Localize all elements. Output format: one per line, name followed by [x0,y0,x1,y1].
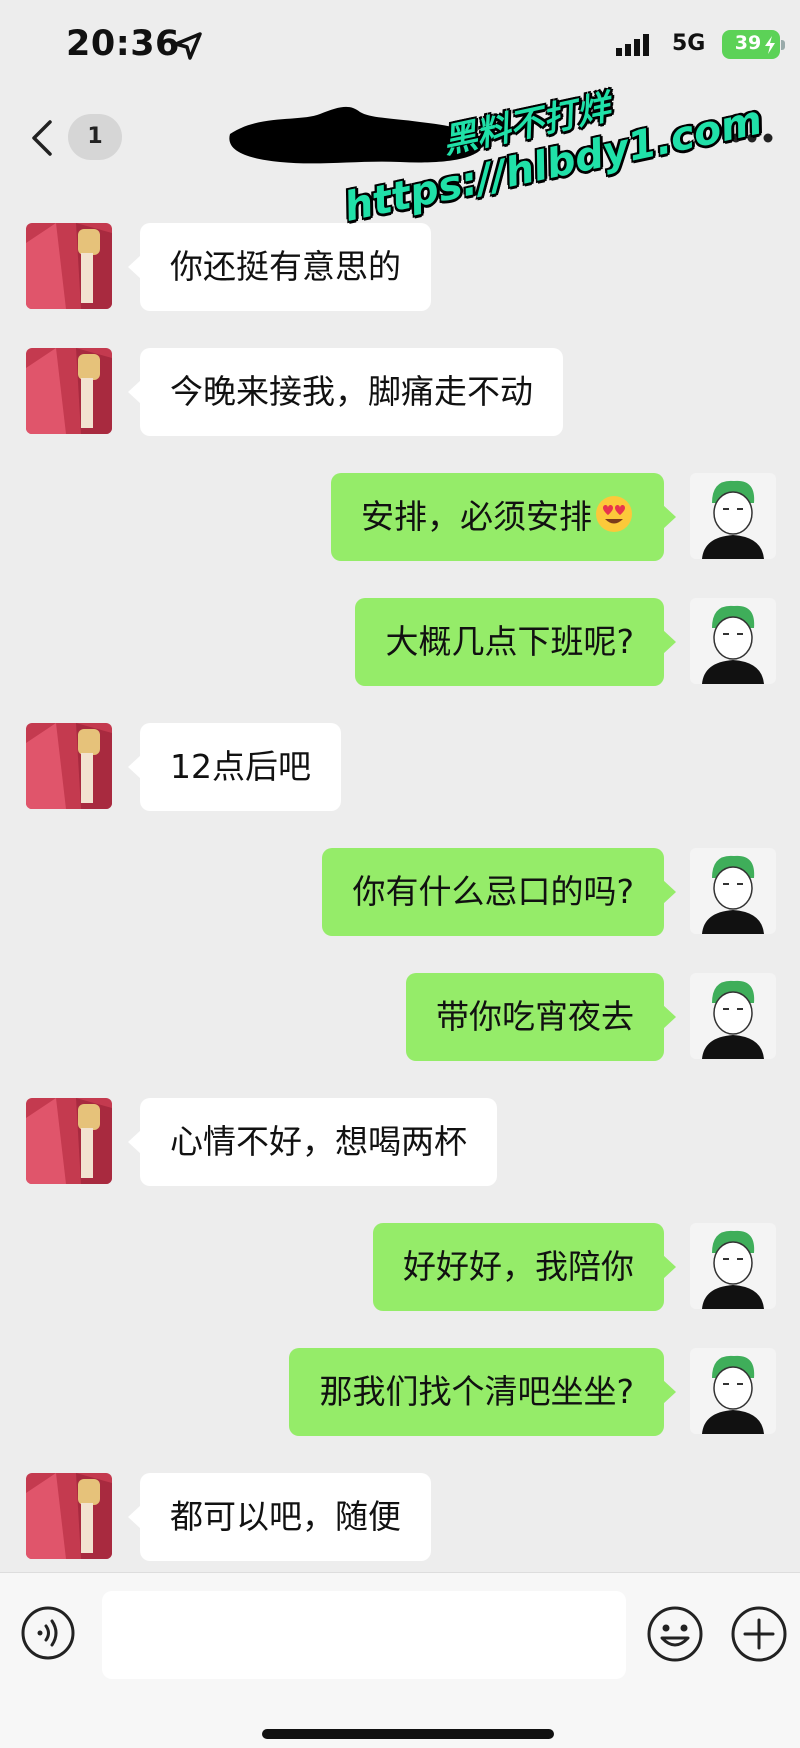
message-row: 你还挺有意思的 [0,223,800,313]
contact-name-redaction [229,106,483,164]
cellular-signal-icon [616,34,649,56]
sent-message-bubble[interactable]: 你有什么忌口的吗? [322,848,676,936]
contact-avatar[interactable] [26,1473,112,1559]
back-chevron-icon[interactable] [28,118,58,158]
my-avatar[interactable] [690,1223,776,1309]
charging-bolt-icon [765,36,775,54]
my-avatar[interactable] [690,1348,776,1434]
unread-count-badge[interactable]: 1 [68,114,122,160]
heart-eyes-emoji-icon [596,496,632,532]
add-more-icon[interactable] [730,1605,788,1663]
status-bar: 20:36 5G 39 [0,0,800,90]
contact-avatar[interactable] [26,1098,112,1184]
message-row: 好好好，我陪你 [0,1223,800,1313]
sent-message-bubble[interactable]: 带你吃宵夜去 [406,973,676,1061]
message-row: 带你吃宵夜去 [0,973,800,1063]
received-message-bubble[interactable]: 你还挺有意思的 [128,223,431,311]
voice-input-icon[interactable] [20,1605,76,1661]
sent-message-bubble[interactable]: 那我们找个清吧坐坐? [289,1348,676,1436]
message-row: 大概几点下班呢? [0,598,800,688]
message-row: 12点后吧 [0,723,800,813]
message-row: 都可以吧，随便 [0,1473,800,1563]
received-message-bubble[interactable]: 都可以吧，随便 [128,1473,431,1561]
my-avatar[interactable] [690,473,776,559]
status-time: 20:36 [66,24,180,64]
contact-avatar[interactable] [26,723,112,809]
my-avatar[interactable] [690,973,776,1059]
received-message-bubble[interactable]: 心情不好，想喝两杯 [128,1098,497,1186]
message-row: 那我们找个清吧坐坐? [0,1348,800,1438]
sent-message-bubble[interactable]: 大概几点下班呢? [355,598,676,686]
message-text: 安排，必须安排 [361,497,592,536]
message-row: 今晚来接我，脚痛走不动 [0,348,800,438]
my-avatar[interactable] [690,848,776,934]
contact-avatar[interactable] [26,223,112,309]
network-type: 5G [672,31,706,56]
message-row: 心情不好，想喝两杯 [0,1098,800,1188]
emoji-icon[interactable] [646,1605,704,1663]
more-options-icon[interactable] [730,132,774,144]
battery-cap [781,40,785,50]
message-input[interactable] [102,1591,626,1679]
input-toolbar [0,1572,800,1748]
home-indicator[interactable] [262,1729,554,1739]
message-row: 安排，必须安排 [0,473,800,563]
message-list[interactable]: 你还挺有意思的 今晚来接我，脚痛走不动 安排，必须安排 大概几点下班呢? 12点… [0,190,800,1570]
sent-message-bubble[interactable]: 安排，必须安排 [331,473,676,561]
message-row: 你有什么忌口的吗? [0,848,800,938]
my-avatar[interactable] [690,598,776,684]
received-message-bubble[interactable]: 今晚来接我，脚痛走不动 [128,348,563,436]
battery-icon: 39 [722,30,780,59]
location-arrow-icon [174,32,202,60]
sent-message-bubble[interactable]: 好好好，我陪你 [373,1223,676,1311]
chat-header: 1 [0,90,800,185]
contact-avatar[interactable] [26,348,112,434]
received-message-bubble[interactable]: 12点后吧 [128,723,341,811]
